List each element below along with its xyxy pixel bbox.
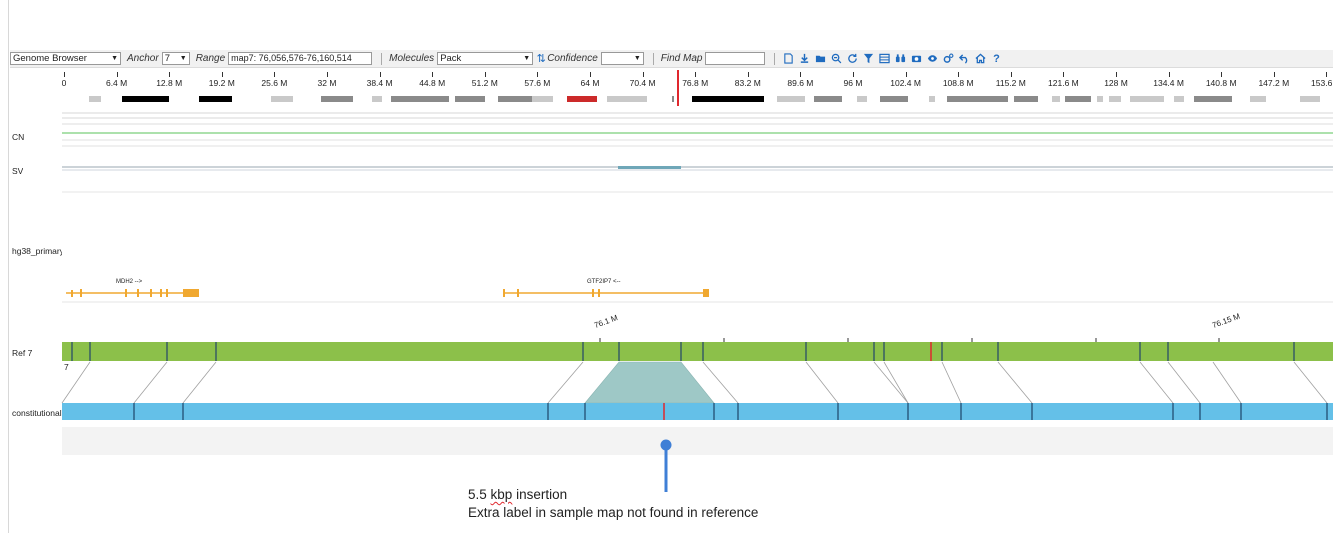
alignment-line bbox=[133, 361, 168, 404]
callout-subtitle: Extra label in sample map not found in r… bbox=[468, 505, 759, 520]
alignment-line bbox=[997, 361, 1033, 404]
alignment-line bbox=[883, 361, 909, 404]
alignment-line bbox=[547, 361, 584, 404]
alignment-line bbox=[1167, 361, 1201, 404]
cn-track bbox=[62, 112, 1333, 147]
callout-unit: kbp bbox=[490, 487, 513, 502]
gene-gtf2ip7[interactable] bbox=[503, 289, 709, 297]
callout-kind: insertion bbox=[516, 487, 568, 502]
insertion-region[interactable] bbox=[584, 361, 715, 404]
gene-mdh2[interactable] bbox=[66, 289, 199, 297]
callout-title: 5.5 kbp insertion bbox=[468, 487, 567, 502]
sv-insertion-call[interactable] bbox=[618, 166, 681, 169]
annotation-track[interactable] bbox=[62, 289, 1333, 303]
sample-track-background bbox=[62, 427, 1333, 455]
alignment-line bbox=[61, 361, 91, 404]
genome-browser-app: Genome Browser ▼ Anchor 7 ▼ Range map7: … bbox=[0, 0, 1333, 533]
callout-pin bbox=[660, 439, 672, 492]
alignment-line bbox=[1293, 361, 1328, 404]
alignment-line bbox=[805, 361, 839, 404]
sv-track[interactable] bbox=[62, 166, 1333, 193]
alignment-line bbox=[1139, 361, 1174, 404]
sample-map[interactable] bbox=[62, 403, 1333, 420]
alignment-line bbox=[182, 361, 217, 404]
reference-map[interactable] bbox=[62, 338, 1333, 361]
tracks-canvas bbox=[61, 112, 1333, 492]
callout-size: 5.5 bbox=[468, 487, 487, 502]
alignment-line bbox=[873, 361, 909, 404]
alignment-line bbox=[1212, 361, 1242, 404]
alignment-line bbox=[941, 361, 962, 404]
